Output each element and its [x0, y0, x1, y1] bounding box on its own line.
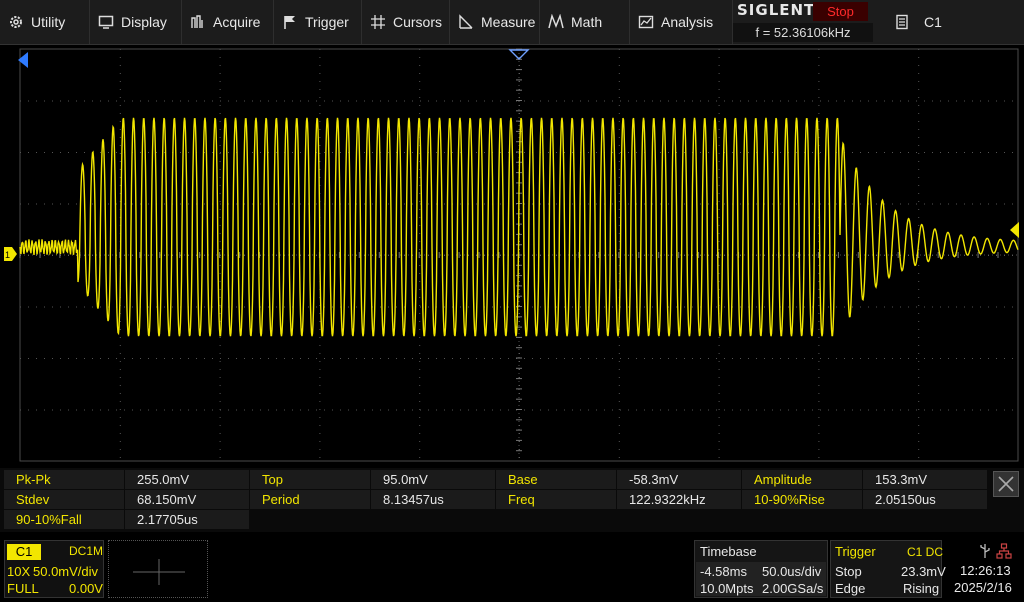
trigger-frequency: f = 52.36106kHz [733, 23, 873, 42]
clock-date: 2025/2/16 [954, 580, 1012, 595]
menu-analysis-label: Analysis [661, 14, 714, 30]
siglent-logo: SIGLENT [737, 1, 816, 19]
timebase-delay: -4.58ms [700, 564, 747, 579]
meas-name: Amplitude [742, 470, 862, 489]
timebase-title: Timebase [700, 544, 757, 559]
meas-value: 153.3mV [863, 470, 987, 489]
clock-time: 12:26:13 [960, 563, 1011, 578]
meas-value: -58.3mV [617, 470, 741, 489]
menu-utility-label: Utility [31, 14, 66, 30]
channel-select[interactable]: C1 [880, 0, 1024, 44]
add-channel-slot[interactable] [108, 540, 208, 598]
timebase-memory: 10.0Mpts [700, 581, 754, 596]
brand-status-panel: SIGLENT Stop f = 52.36106kHz [733, 0, 873, 44]
run-stop-status[interactable]: Stop [813, 2, 868, 21]
meas-name: Freq [496, 490, 616, 509]
close-icon [998, 476, 1014, 492]
menu-measure-label: Measure [481, 14, 536, 30]
meas-name: Stdev [4, 490, 124, 509]
menu-utility[interactable]: Utility [0, 0, 90, 44]
meas-name: Period [250, 490, 370, 509]
trigger-level: 23.3mV [901, 564, 946, 579]
meas-value: 255.0mV [125, 470, 249, 489]
channel1-info[interactable]: C1 DC1M 10X 50.0mV/div FULL 0.00V [4, 540, 104, 598]
menu-bar: Utility Display Acquire Trigger Cursors … [0, 0, 1024, 45]
meas-value: 2.17705us [125, 510, 249, 529]
menu-acquire[interactable]: Acquire [182, 0, 274, 44]
meas-value: 95.0mV [371, 470, 495, 489]
trigger-slope: Rising [903, 581, 940, 596]
clock-panel: 12:26:13 2025/2/16 [946, 540, 1022, 598]
measurement-close-button[interactable] [993, 471, 1019, 497]
channel-select-label: C1 [924, 14, 942, 30]
trigger-panel[interactable]: Trigger C1 DC Stop 23.3mV Edge Rising [830, 540, 946, 598]
channel1-offset: 0.00V [69, 581, 103, 596]
svg-text:1: 1 [5, 250, 10, 260]
monitor-icon [98, 14, 114, 30]
timebase-sample-rate: 2.00GSa/s [762, 581, 824, 596]
network-icon [996, 543, 1012, 564]
document-icon [894, 14, 910, 30]
menu-analysis[interactable]: Analysis [630, 0, 733, 44]
trigger-mode: Stop [835, 564, 862, 579]
menu-cursors-label: Cursors [393, 14, 443, 30]
measurement-panel: Pk-Pk 255.0mV Top 95.0mV Base -58.3mV Am… [0, 468, 1024, 532]
meas-value: 8.13457us [371, 490, 495, 509]
plus-icon [133, 559, 185, 585]
meas-name: 90-10%Fall [4, 510, 124, 529]
meas-name: Top [250, 470, 370, 489]
menu-math[interactable]: Math [540, 0, 630, 44]
menu-trigger[interactable]: Trigger [274, 0, 362, 44]
math-icon [548, 13, 564, 30]
trigger-type: Edge [835, 581, 866, 596]
meas-name: 10-90%Rise [742, 490, 862, 509]
measure-icon [458, 14, 474, 30]
timebase-panel[interactable]: Timebase -4.58ms 50.0us/div 10.0Mpts 2.0… [694, 540, 828, 598]
channel1-coupling: DC1M [69, 544, 104, 558]
channel1-tag: C1 [7, 544, 41, 560]
analysis-icon [638, 14, 654, 30]
menu-math-label: Math [571, 14, 603, 30]
channel1-scale: 50.0mV/div [33, 564, 99, 579]
channel1-probe: 10X [7, 564, 31, 579]
meas-name: Pk-Pk [4, 470, 124, 489]
trigger-source: C1 DC [907, 545, 944, 559]
menu-display[interactable]: Display [90, 0, 182, 44]
gear-icon [8, 14, 24, 30]
usb-icon [978, 543, 992, 564]
menu-acquire-label: Acquire [213, 14, 261, 30]
menu-cursors[interactable]: Cursors [362, 0, 450, 44]
menu-measure[interactable]: Measure [450, 0, 540, 44]
menu-trigger-label: Trigger [305, 14, 349, 30]
acquire-icon [190, 14, 206, 30]
timebase-scale: 50.0us/div [762, 564, 822, 579]
status-bar: C1 DC1M 10X 50.0mV/div FULL 0.00V Timeba… [0, 536, 1024, 600]
trigger-title: Trigger [835, 544, 876, 559]
meas-value: 122.9322kHz [617, 490, 741, 509]
channel1-bandwidth: FULL [7, 581, 39, 596]
flag-icon [282, 14, 298, 30]
meas-value: 68.150mV [125, 490, 249, 509]
waveform-display[interactable]: 1 [0, 46, 1024, 464]
cursors-icon [370, 14, 386, 30]
meas-name: Base [496, 470, 616, 489]
meas-value: 2.05150us [863, 490, 987, 509]
menu-display-label: Display [121, 14, 167, 30]
